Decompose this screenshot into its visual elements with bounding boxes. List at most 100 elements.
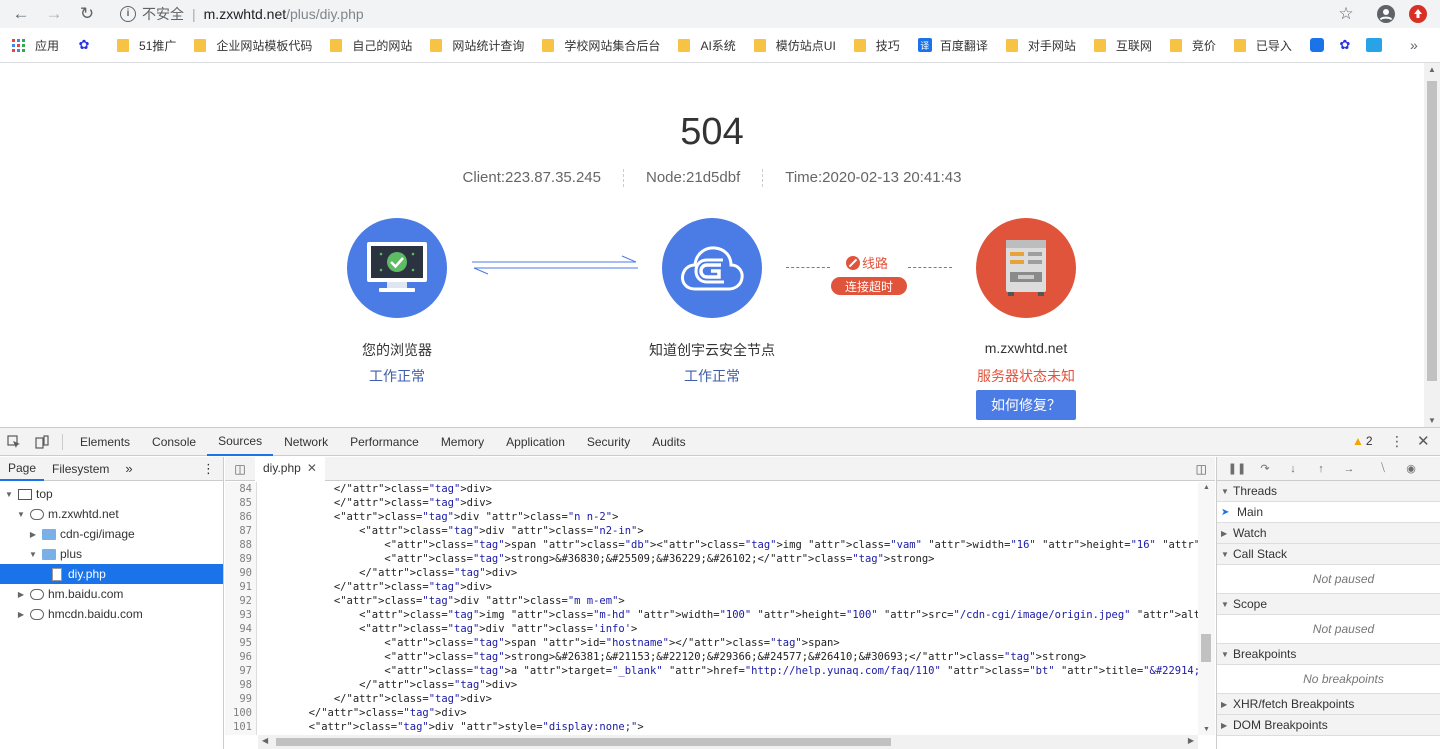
warnings-counter[interactable]: ▲ 2 <box>1352 434 1373 448</box>
code-view[interactable]: </"attr">class="tag">div> </"attr">class… <box>258 482 1198 735</box>
close-devtools-icon[interactable]: ✕ <box>1417 432 1430 450</box>
tab-audits[interactable]: Audits <box>641 428 696 456</box>
breakpoints-section[interactable]: ▼ Breakpoints <box>1217 644 1440 665</box>
device-toggle-icon[interactable] <box>28 428 56 456</box>
how-to-fix-button[interactable]: 如何修复？ <box>976 390 1076 420</box>
close-tab-icon[interactable]: ✕ <box>307 461 317 475</box>
line-number[interactable]: 85 <box>225 496 256 510</box>
tree-item-folder[interactable]: ▶ cdn-cgi/image <box>0 524 223 544</box>
bookmark-item[interactable]: 自己的网站 <box>330 37 412 54</box>
bookmark-star-icon[interactable]: ☆ <box>1336 4 1356 24</box>
editor-vertical-scrollbar[interactable]: ▲ ▼ <box>1198 482 1215 735</box>
profile-avatar-icon[interactable] <box>1376 4 1396 24</box>
line-number[interactable]: 93 <box>225 608 256 622</box>
bookmark-baidu[interactable]: ✿ <box>77 37 99 52</box>
bookmark-item[interactable]: 互联网 <box>1093 37 1152 54</box>
update-alert-icon[interactable] <box>1408 4 1428 24</box>
bookmark-apps[interactable]: 应用 <box>12 37 59 54</box>
expand-triangle-icon[interactable]: ▼ <box>28 550 38 559</box>
scroll-right-icon[interactable]: ▶ <box>1188 736 1194 745</box>
bookmark-item[interactable]: 技巧 <box>853 37 900 54</box>
more-tabs-icon[interactable]: » <box>117 457 140 481</box>
bookmark-eye[interactable] <box>1365 38 1382 52</box>
tab-page[interactable]: Page <box>0 457 45 481</box>
tab-network[interactable]: Network <box>273 428 339 456</box>
threads-section[interactable]: ▼ Threads <box>1217 481 1440 502</box>
tree-item-folder[interactable]: ▼ plus <box>0 544 223 564</box>
page-scrollbar[interactable]: ▲ ▼ <box>1424 63 1440 427</box>
line-number[interactable]: 99 <box>225 692 256 706</box>
line-number[interactable]: 95 <box>225 636 256 650</box>
bookmark-item[interactable]: 模仿站点UI <box>753 37 836 54</box>
bookmark-item[interactable]: 学校网站集合后台 <box>542 37 660 54</box>
tab-security[interactable]: Security <box>576 428 641 456</box>
info-icon[interactable]: i <box>120 5 136 22</box>
xhr-breakpoints-section[interactable]: ▶ XHR/fetch Breakpoints <box>1217 694 1440 715</box>
line-number[interactable]: 101 <box>225 720 256 734</box>
tree-item-file-selected[interactable]: diy.php <box>0 564 223 584</box>
more-options-icon[interactable]: ⋮ <box>1390 433 1404 450</box>
bookmark-item[interactable]: 企业网站模板代码 <box>194 37 312 54</box>
line-number[interactable]: 90 <box>225 566 256 580</box>
tab-console[interactable]: Console <box>141 428 207 456</box>
scope-section[interactable]: ▼ Scope <box>1217 594 1440 615</box>
scroll-up-icon[interactable]: ▲ <box>1428 65 1436 74</box>
line-number[interactable]: 84 <box>225 482 256 496</box>
collapsed-triangle-icon[interactable]: ▶ <box>28 530 38 539</box>
editor-tab-diy-php[interactable]: diy.php ✕ <box>255 456 325 481</box>
bookmark-item[interactable]: 已导入 <box>1233 37 1292 54</box>
scroll-up-icon[interactable]: ▲ <box>1203 484 1210 491</box>
collapsed-triangle-icon[interactable]: ▶ <box>16 590 26 599</box>
bookmark-item[interactable]: 51推广 <box>117 37 176 54</box>
step-icon[interactable]: → <box>1335 463 1363 475</box>
expand-triangle-icon[interactable]: ▼ <box>16 510 26 519</box>
page-scrollbar-thumb[interactable] <box>1427 81 1437 381</box>
line-number[interactable]: 87 <box>225 524 256 538</box>
line-number[interactable]: 102 <box>225 734 256 735</box>
inspect-element-icon[interactable] <box>0 428 28 456</box>
toggle-debugger-icon[interactable]: ◫ <box>1196 462 1207 476</box>
editor-hscroll-thumb[interactable] <box>276 738 891 746</box>
tab-performance[interactable]: Performance <box>339 428 430 456</box>
deactivate-breakpoints-icon[interactable]: ⧹ <box>1369 462 1397 475</box>
bookmark-baidu-2[interactable]: ✿ <box>1338 37 1352 52</box>
tree-item-host[interactable]: ▼ m.zxwhtd.net <box>0 504 223 524</box>
tab-sources[interactable]: Sources <box>207 428 274 456</box>
tree-item-host[interactable]: ▶ hm.baidu.com <box>0 584 223 604</box>
line-number[interactable]: 91 <box>225 580 256 594</box>
tree-item-top[interactable]: ▼ top <box>0 484 223 504</box>
editor-horizontal-scrollbar[interactable]: ◀ ▶ <box>258 735 1198 749</box>
pause-icon[interactable]: ❚❚ <box>1223 462 1251 475</box>
navigator-menu-icon[interactable]: ⋮ <box>194 457 223 481</box>
line-number[interactable]: 96 <box>225 650 256 664</box>
bookmark-chat[interactable] <box>1309 38 1324 52</box>
tab-application[interactable]: Application <box>495 428 576 456</box>
tree-item-host[interactable]: ▶ hmcdn.baidu.com <box>0 604 223 624</box>
reload-icon[interactable]: ↻ <box>76 3 98 25</box>
tab-elements[interactable]: Elements <box>69 428 141 456</box>
bookmark-item[interactable]: 译百度翻译 <box>917 37 988 54</box>
address-bar[interactable]: i 不安全 | m.zxwhtd.net/plus/diy.php <box>108 1 1368 26</box>
step-into-icon[interactable]: ↓ <box>1279 463 1307 475</box>
bookmark-item[interactable]: AI系统 <box>678 37 736 54</box>
callstack-section[interactable]: ▼ Call Stack <box>1217 544 1440 565</box>
collapsed-triangle-icon[interactable]: ▶ <box>16 610 26 619</box>
thread-main[interactable]: ➤ Main <box>1217 502 1440 523</box>
toggle-navigator-icon[interactable]: ◫ <box>225 462 255 476</box>
forward-arrow-icon[interactable]: → <box>43 3 65 25</box>
bookmark-item[interactable]: 对手网站 <box>1005 37 1076 54</box>
back-arrow-icon[interactable]: ← <box>10 3 32 25</box>
line-number[interactable]: 100 <box>225 706 256 720</box>
line-number[interactable]: 98 <box>225 678 256 692</box>
scroll-down-icon[interactable]: ▼ <box>1428 416 1436 425</box>
expand-triangle-icon[interactable]: ▼ <box>4 490 14 499</box>
line-number[interactable]: 94 <box>225 622 256 636</box>
line-number[interactable]: 97 <box>225 664 256 678</box>
tab-memory[interactable]: Memory <box>430 428 495 456</box>
watch-section[interactable]: ▶ Watch <box>1217 523 1440 544</box>
line-number[interactable]: 86 <box>225 510 256 524</box>
line-number[interactable]: 89 <box>225 552 256 566</box>
step-out-icon[interactable]: ↑ <box>1307 463 1335 475</box>
scroll-down-icon[interactable]: ▼ <box>1203 726 1210 733</box>
dom-breakpoints-section[interactable]: ▶ DOM Breakpoints <box>1217 715 1440 736</box>
